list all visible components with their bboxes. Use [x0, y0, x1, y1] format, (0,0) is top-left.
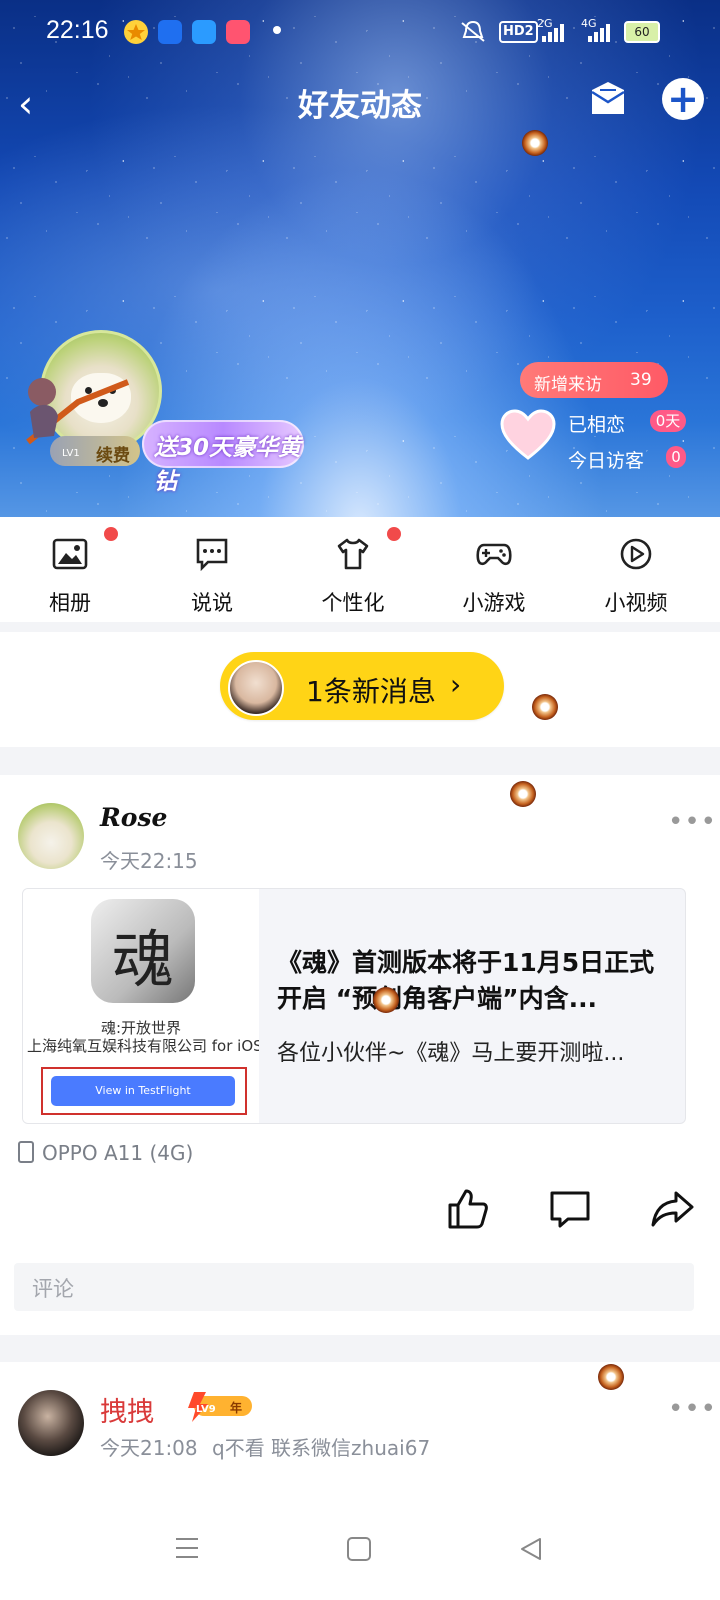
heart-icon[interactable] — [500, 408, 556, 464]
new-visits-label: 新增来访 — [534, 375, 602, 395]
message-sender-avatar — [228, 660, 284, 716]
nav-shuoshuo[interactable]: 说说 — [142, 517, 282, 622]
gamepad-icon — [476, 543, 512, 566]
device-name: OPPO A11 (4G) — [42, 1141, 194, 1165]
hd-indicator: HD2 — [499, 21, 538, 43]
badge-level: LV9 — [196, 1404, 216, 1415]
love-days-badge: 0天 — [650, 410, 686, 432]
status-bar: 22:16 HD2 2G 4G 60 — [0, 0, 720, 64]
floating-donut-icon — [510, 781, 536, 807]
nav-red-dot — [387, 527, 401, 541]
add-button[interactable]: + — [662, 78, 704, 120]
cover-banner[interactable]: 22:16 HD2 2G 4G 60 ‹ 好友动态 + LV1 续费 送30天豪… — [0, 0, 720, 527]
testflight-highlight: View in TestFlight — [41, 1067, 247, 1115]
comment-icon[interactable] — [548, 1187, 592, 1231]
card-title: 《魂》首测版本将于11月5日正式开启 “预创角客户端”内含... — [277, 948, 655, 1013]
back-triangle-icon[interactable] — [518, 1536, 544, 1562]
play-circle-icon — [620, 538, 652, 570]
post-time: 今天22:15 — [100, 849, 198, 873]
feed-post: Rose 今天22:15 ••• 魂 魂:开放世界 上海纯氧互娱科技有限公司 f… — [0, 775, 720, 1335]
notification-dot-icon — [273, 26, 281, 34]
promo-banner[interactable]: 送30天豪华黄钻 — [142, 420, 304, 495]
promo-text: 送30天豪华黄钻 — [154, 435, 302, 495]
today-visitors-label: 今日访客 — [568, 450, 645, 472]
more-options-button[interactable]: ••• — [668, 1394, 717, 1424]
floating-donut-icon — [598, 1364, 624, 1390]
author-name[interactable]: Rose — [100, 803, 167, 832]
post-status: q不看 联系微信zhuai67 — [212, 1436, 431, 1460]
nav-label: 相册 — [49, 591, 91, 615]
app-company: 上海纯氧互娱科技有限公司 for iOS — [27, 1037, 259, 1055]
star-app-icon — [124, 20, 148, 44]
badge-year: 年 — [230, 1401, 243, 1415]
photo-album-icon — [52, 538, 88, 570]
post-time: 今天21:08 — [100, 1436, 198, 1460]
renew-label: 续费 — [96, 446, 130, 466]
feed-post: 拽拽 LV9 年 今天21:08 q不看 联系微信zhuai67 ••• — [0, 1362, 720, 1502]
floating-donut-icon — [532, 694, 558, 720]
comment-placeholder: 评论 — [32, 1277, 74, 1301]
floating-donut-icon — [522, 130, 548, 156]
card-description: 各位小伙伴~《魂》马上要开测啦... — [277, 1041, 625, 1066]
chevron-right-icon: › — [450, 668, 462, 701]
battery-indicator: 60 — [624, 21, 660, 43]
vip-lightning-badge-icon — [188, 1392, 252, 1422]
today-visitors-badge: 0 — [666, 446, 686, 468]
nav-album[interactable]: 相册 — [0, 517, 140, 622]
new-message-section: 1条新消息 › — [0, 632, 720, 747]
mail-icon[interactable] — [588, 80, 628, 116]
menu-icon[interactable] — [174, 1536, 200, 1560]
new-message-button[interactable]: 1条新消息 › — [220, 652, 504, 720]
new-visits-count: 39 — [630, 370, 652, 390]
status-time: 22:16 — [46, 16, 109, 44]
testflight-button: View in TestFlight — [51, 1076, 235, 1106]
vip-level-badge[interactable]: LV1 续费 — [50, 436, 140, 466]
signal-icon — [542, 24, 564, 42]
nav-red-dot — [104, 527, 118, 541]
mute-bell-icon — [461, 20, 485, 42]
like-icon[interactable] — [446, 1187, 490, 1231]
author-avatar[interactable] — [18, 1390, 84, 1456]
feature-nav: 相册 说说 个性化 小游戏 小视频 — [0, 517, 720, 622]
love-label: 已相恋 — [568, 414, 626, 436]
device-info: OPPO A11 (4G) — [18, 1141, 193, 1165]
author-name[interactable]: 拽拽 — [100, 1390, 154, 1429]
signal-icon-2 — [588, 24, 610, 42]
shop-app-icon — [226, 20, 250, 44]
card-thumbnail: 魂 魂:开放世界 上海纯氧互娱科技有限公司 for iOS View in Te… — [23, 889, 259, 1123]
more-options-button[interactable]: ••• — [668, 807, 717, 837]
nav-label: 个性化 — [321, 591, 385, 615]
new-message-text: 1条新消息 — [306, 675, 436, 708]
tshirt-icon — [337, 538, 369, 570]
nav-label: 小游戏 — [462, 591, 526, 615]
system-navigation-bar — [0, 1502, 720, 1600]
nav-minigames[interactable]: 小游戏 — [424, 517, 564, 622]
comment-input[interactable]: 评论 — [14, 1263, 694, 1311]
nav-personalize[interactable]: 个性化 — [283, 517, 423, 622]
floating-donut-icon — [373, 987, 399, 1013]
nav-label: 说说 — [191, 591, 233, 615]
home-icon[interactable] — [346, 1536, 372, 1562]
app-icon: 魂 — [91, 899, 195, 1003]
nav-shortvideo[interactable]: 小视频 — [566, 517, 706, 622]
phone-icon — [18, 1141, 34, 1163]
shared-link-card[interactable]: 魂 魂:开放世界 上海纯氧互娱科技有限公司 for iOS View in Te… — [22, 888, 686, 1124]
app-glyph: 魂 — [111, 923, 174, 996]
browser-app-icon — [158, 20, 182, 44]
level-text: LV1 — [62, 448, 80, 459]
new-visits-pill[interactable]: 新增来访 39 — [520, 362, 668, 398]
nav-label: 小视频 — [604, 591, 668, 615]
chat-app-icon — [192, 20, 216, 44]
author-avatar[interactable] — [18, 803, 84, 869]
chat-bubble-icon — [196, 538, 228, 571]
share-icon[interactable] — [650, 1187, 694, 1231]
